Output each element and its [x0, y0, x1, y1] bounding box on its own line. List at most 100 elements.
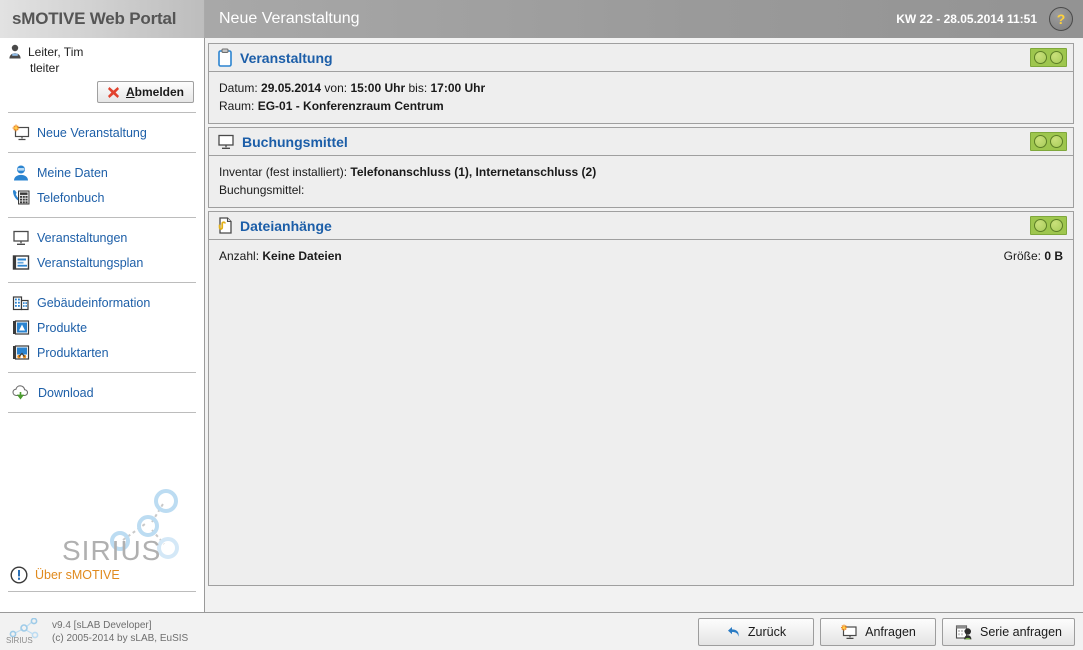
about-smotive-link[interactable]: Über sMOTIVE [10, 566, 120, 584]
toggle-dot-left[interactable] [1034, 219, 1047, 232]
sidebar-item-label: Meine Daten [37, 165, 108, 180]
schedule-icon [12, 254, 30, 271]
product-types-icon [12, 344, 30, 361]
request-button[interactable]: Anfragen [819, 617, 936, 646]
sidebar-item-label: Download [38, 385, 94, 400]
file-attachment-icon [217, 216, 233, 235]
main-content: Veranstaltung Datum: 29.05.2014 von: 15:… [206, 40, 1078, 610]
label-inventar: Inventar (fest installiert): [219, 165, 351, 179]
question-mark-icon: ? [1056, 11, 1066, 27]
sidebar-item-telefonbuch[interactable]: Telefonbuch [0, 185, 204, 210]
panel-title: Dateianhänge [240, 217, 332, 234]
sidebar-item-produktarten[interactable]: Produktarten [0, 340, 204, 365]
footer-actions: Zurück Anfragen Serie anfragen [697, 617, 1075, 646]
value-von: 15:00 Uhr [350, 81, 406, 95]
help-button[interactable]: ? [1049, 7, 1073, 31]
sidebar-divider [8, 152, 196, 153]
footer-bar: SIRIUS v9.4 [sLAB Developer] (c) 2005-20… [0, 612, 1083, 650]
panel-title: Veranstaltung [240, 49, 333, 66]
toggle-dot-right[interactable] [1050, 135, 1063, 148]
value-inventar: Telefonanschluss (1), Internetanschluss … [350, 165, 597, 179]
series-request-button-label: Serie anfragen [979, 624, 1062, 639]
series-request-icon [955, 624, 973, 640]
cloud-download-icon [12, 384, 31, 401]
logout-row: Abmelden [8, 81, 196, 103]
buchungsmittel-row: Buchungsmittel: [219, 181, 1063, 199]
panel-buchungsmittel: Buchungsmittel Inventar (fest installier… [208, 127, 1074, 208]
nav-group-download: Download [0, 378, 204, 407]
attachment-count: Anzahl: Keine Dateien [219, 247, 342, 265]
sidebar-divider [8, 217, 196, 218]
request-button-label: Anfragen [865, 624, 916, 639]
new-event-monitor-icon [12, 124, 30, 141]
monitor-icon [217, 133, 235, 150]
toggle-dot-left[interactable] [1034, 135, 1047, 148]
panel-body: Datum: 29.05.2014 von: 15:00 Uhr bis: 17… [209, 72, 1073, 123]
event-room-row: Raum: EG-01 - Konferenzraum Centrum [219, 97, 1063, 115]
top-header-bar: sMOTIVE Web Portal Neue Veranstaltung KW… [0, 0, 1083, 38]
footer-branding: SIRIUS v9.4 [sLAB Developer] (c) 2005-20… [6, 617, 188, 646]
footer-version: v9.4 [sLAB Developer] [52, 619, 152, 631]
about-label: Über sMOTIVE [35, 568, 120, 582]
nav-group-event-views: Veranstaltungen Veranstaltungsplan [0, 223, 204, 277]
calendar-week-datetime: KW 22 - 28.05.2014 11:51 [896, 12, 1037, 26]
toggle-dot-right[interactable] [1050, 219, 1063, 232]
label-bis: bis: [405, 81, 431, 95]
back-button[interactable]: Zurück [697, 617, 814, 646]
sidebar-divider [8, 412, 196, 413]
value-raum: EG-01 - Konferenzraum Centrum [257, 99, 444, 113]
label-groesse: Größe: [1003, 249, 1045, 263]
user-display-name: Leiter, Tim [28, 44, 84, 59]
sidebar-item-meine-daten[interactable]: Meine Daten [0, 160, 204, 185]
dual-green-dot-toggle[interactable] [1030, 132, 1067, 151]
sirius-small-logo: SIRIUS [6, 617, 44, 646]
dual-green-dot-toggle[interactable] [1030, 216, 1067, 235]
label-anzahl: Anzahl: [219, 249, 263, 263]
footer-copyright: (c) 2005-2014 by sLAB, EuSIS [52, 632, 189, 644]
logout-label-accel: A [125, 85, 135, 99]
sidebar-item-label: Neue Veranstaltung [37, 125, 147, 140]
logout-label: bmelden [134, 85, 184, 99]
sidebar-divider [8, 372, 196, 373]
panel-tools [1030, 216, 1067, 235]
user-icon [8, 44, 22, 59]
label-datum: Datum: [219, 81, 262, 95]
sidebar-item-label: Produkte [37, 320, 88, 335]
sidebar-item-produkte[interactable]: Produkte [0, 315, 204, 340]
dual-green-dot-toggle[interactable] [1030, 48, 1067, 67]
sidebar-bottom-divider [8, 591, 196, 592]
panel-title: Buchungsmittel [242, 133, 348, 150]
footer-text-block: v9.4 [sLAB Developer] (c) 2005-2014 by s… [52, 619, 188, 645]
monitor-icon [12, 229, 30, 246]
nav-group-events: Neue Veranstaltung [0, 118, 204, 147]
series-request-button[interactable]: Serie anfragen [941, 617, 1075, 646]
sidebar-item-label: Veranstaltungsplan [37, 255, 144, 270]
inventar-row: Inventar (fest installiert): Telefonansc… [219, 163, 1063, 181]
toggle-dot-left[interactable] [1034, 51, 1047, 64]
header-meta: KW 22 - 28.05.2014 11:51 ? [896, 7, 1073, 31]
panel-header: Veranstaltung [209, 44, 1073, 72]
panel-header: Buchungsmittel [209, 128, 1073, 156]
label-raum: Raum: [219, 99, 258, 113]
user-block: Leiter, Tim tleiter Abmelden [0, 38, 204, 107]
panel-tools [1030, 132, 1067, 151]
value-anzahl: Keine Dateien [262, 249, 342, 263]
sidebar-item-label: Veranstaltungen [37, 230, 128, 245]
sidebar-item-veranstaltungen[interactable]: Veranstaltungen [0, 225, 204, 250]
nav-group-resources: Gebäudeinformation Produkte Produktarten [0, 288, 204, 367]
toggle-dot-right[interactable] [1050, 51, 1063, 64]
sidebar-item-neue-veranstaltung[interactable]: Neue Veranstaltung [0, 120, 204, 145]
sidebar-item-veranstaltungsplan[interactable]: Veranstaltungsplan [0, 250, 204, 275]
back-button-label: Zurück [747, 624, 787, 639]
logout-button[interactable]: Abmelden [96, 81, 194, 103]
info-exclamation-icon [10, 566, 28, 584]
panel-body: Inventar (fest installiert): Telefonansc… [209, 156, 1073, 207]
back-arrow-icon [726, 625, 741, 639]
panel-body: Anzahl: Keine Dateien Größe: 0 B [209, 240, 1073, 273]
value-bis: 17:00 Uhr [430, 81, 486, 95]
sidebar-item-label: Gebäudeinformation [37, 295, 151, 310]
page-title: Neue Veranstaltung [219, 10, 360, 27]
sidebar-item-gebaeudeinformation[interactable]: Gebäudeinformation [0, 290, 204, 315]
user-row: Leiter, Tim [8, 44, 196, 59]
sidebar-item-download[interactable]: Download [0, 380, 204, 405]
